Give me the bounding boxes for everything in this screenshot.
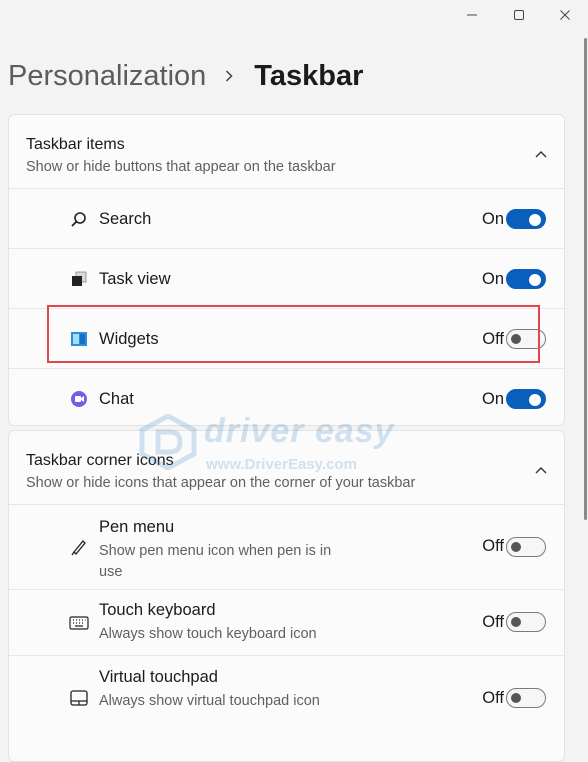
touch-keyboard-toggle[interactable] <box>506 612 546 632</box>
touchpad-icon <box>69 688 89 708</box>
minimize-icon <box>467 14 477 16</box>
setting-label: Search <box>99 210 152 228</box>
taskbar-items-section: Taskbar items Show or hide buttons that … <box>8 114 565 426</box>
toggle-state-text: On <box>481 270 504 288</box>
chat-toggle[interactable] <box>506 389 546 409</box>
setting-row-widgets: Widgets Off <box>9 309 564 369</box>
pen-menu-toggle[interactable] <box>506 537 546 557</box>
toggle-state-text: Off <box>482 537 504 555</box>
task-view-icon <box>69 269 89 289</box>
setting-description: Always show touch keyboard icon <box>99 626 317 642</box>
setting-row-chat: Chat On <box>9 369 564 425</box>
search-icon <box>69 210 89 230</box>
toggle-state-text: On <box>481 390 504 408</box>
chevron-up-icon[interactable] <box>535 461 547 479</box>
setting-label: Widgets <box>99 330 159 348</box>
pen-icon <box>69 537 89 557</box>
setting-label: Task view <box>99 270 171 288</box>
window-controls <box>448 0 588 30</box>
setting-description: Always show virtual touchpad icon <box>99 693 320 709</box>
setting-row-search: Search On <box>9 189 564 249</box>
breadcrumb-personalization[interactable]: Personalization <box>8 60 206 93</box>
maximize-icon <box>514 10 524 20</box>
taskbar-items-header[interactable]: Taskbar items Show or hide buttons that … <box>9 115 564 189</box>
section-title: Taskbar items <box>26 136 125 153</box>
taskbar-corner-icons-section: Taskbar corner icons Show or hide icons … <box>8 430 565 762</box>
section-title: Taskbar corner icons <box>26 452 174 469</box>
page-title: Taskbar <box>254 59 364 92</box>
toggle-state-text: Off <box>482 613 504 631</box>
taskbar-corner-icons-header[interactable]: Taskbar corner icons Show or hide icons … <box>9 431 564 505</box>
setting-row-pen-menu: Pen menu Show pen menu icon when pen is … <box>9 505 564 590</box>
setting-label: Pen menu <box>99 518 175 536</box>
close-icon <box>560 10 570 20</box>
chat-icon <box>69 389 89 409</box>
setting-row-task-view: Task view On <box>9 249 564 309</box>
setting-label: Chat <box>99 390 134 408</box>
widgets-icon <box>69 329 89 349</box>
setting-label: Touch keyboard <box>99 601 216 619</box>
toggle-state-text: On <box>481 210 504 228</box>
virtual-touchpad-toggle[interactable] <box>506 688 546 708</box>
scrollbar[interactable] <box>582 38 588 740</box>
chevron-right-icon <box>224 69 234 83</box>
setting-row-touch-keyboard: Touch keyboard Always show touch keyboar… <box>9 590 564 656</box>
toggle-state-text: Off <box>482 330 504 348</box>
breadcrumb: Personalization Taskbar <box>8 56 363 96</box>
toggle-state-text: Off <box>482 689 504 707</box>
setting-row-virtual-touchpad: Virtual touchpad Always show virtual tou… <box>9 656 564 746</box>
task-view-toggle[interactable] <box>506 269 546 289</box>
close-button[interactable] <box>542 0 588 30</box>
search-toggle[interactable] <box>506 209 546 229</box>
widgets-toggle[interactable] <box>506 329 546 349</box>
setting-label: Virtual touchpad <box>99 668 218 686</box>
section-subtitle: Show or hide icons that appear on the co… <box>26 475 416 491</box>
maximize-button[interactable] <box>496 0 542 30</box>
keyboard-icon <box>69 613 89 633</box>
section-subtitle: Show or hide buttons that appear on the … <box>26 159 336 175</box>
chevron-up-icon[interactable] <box>535 145 547 163</box>
scrollbar-thumb[interactable] <box>584 38 587 520</box>
minimize-button[interactable] <box>448 0 496 30</box>
setting-description: Show pen menu icon when pen is in use <box>99 543 332 580</box>
